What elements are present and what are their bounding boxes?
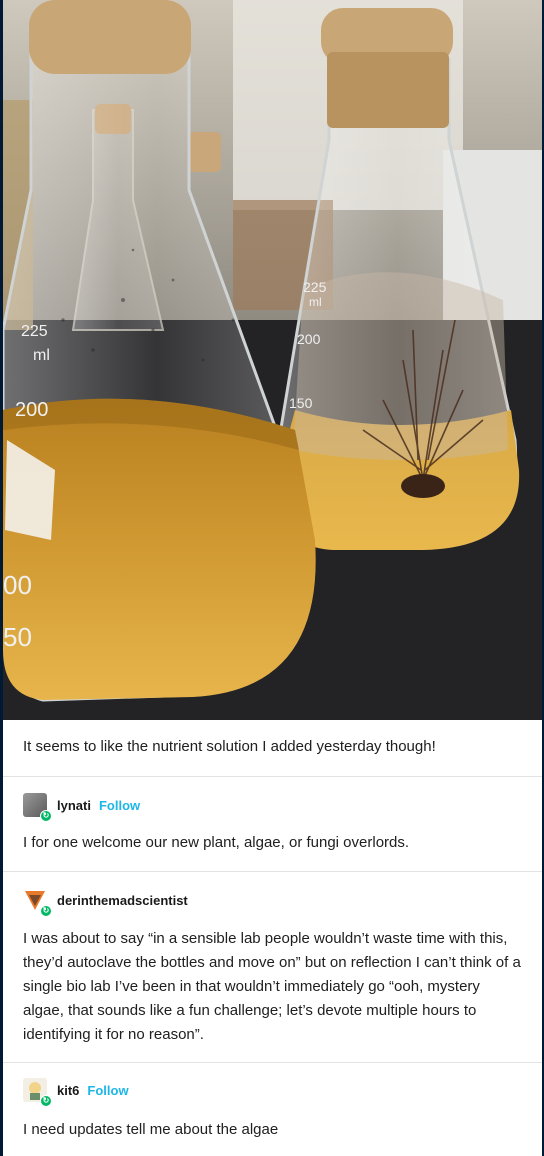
- avatar[interactable]: ↻: [23, 888, 52, 917]
- svg-text:225: 225: [21, 323, 48, 340]
- follow-button[interactable]: Follow: [99, 798, 140, 813]
- post-caption: It seems to like the nutrient solution I…: [23, 738, 436, 755]
- svg-text:200: 200: [297, 331, 321, 347]
- divider: [3, 1062, 542, 1063]
- post-photo: 225 ml 200 150 225 ml 200 00 50: [3, 0, 542, 720]
- username[interactable]: derinthemadscientist: [57, 893, 188, 908]
- username[interactable]: kit6: [57, 1083, 79, 1098]
- divider: [3, 871, 542, 872]
- username[interactable]: lynati: [57, 798, 91, 813]
- avatar[interactable]: ↻: [23, 793, 52, 822]
- reblog-badge-icon: ↻: [40, 905, 52, 917]
- svg-text:ml: ml: [33, 347, 50, 364]
- svg-text:00: 00: [3, 570, 32, 600]
- tumblr-post: 225 ml 200 150 225 ml 200 00 50 It seems…: [3, 0, 542, 1156]
- svg-text:150: 150: [289, 395, 313, 411]
- divider: [3, 776, 542, 777]
- follow-button[interactable]: Follow: [87, 1083, 128, 1098]
- reblog-header: ↻ lynati Follow: [23, 792, 140, 822]
- reblog-badge-icon: ↻: [40, 810, 52, 822]
- reblog-text: I for one welcome our new plant, algae, …: [23, 834, 410, 851]
- svg-text:225: 225: [303, 279, 327, 295]
- reblog-header: ↻ derinthemadscientist: [23, 887, 188, 917]
- reblog-header: ↻ kit6 Follow: [23, 1077, 129, 1107]
- svg-text:50: 50: [3, 622, 32, 652]
- svg-text:200: 200: [15, 399, 48, 421]
- avatar[interactable]: ↻: [23, 1078, 52, 1107]
- reblog-text: I need updates tell me about the algae: [23, 1121, 279, 1138]
- flask-photo: 225 ml 200 150 225 ml 200 00 50: [3, 0, 542, 720]
- reblog-badge-icon: ↻: [40, 1095, 52, 1107]
- svg-text:ml: ml: [309, 295, 322, 309]
- reblog-text: I was about to say “in a sensible lab pe…: [23, 930, 521, 1043]
